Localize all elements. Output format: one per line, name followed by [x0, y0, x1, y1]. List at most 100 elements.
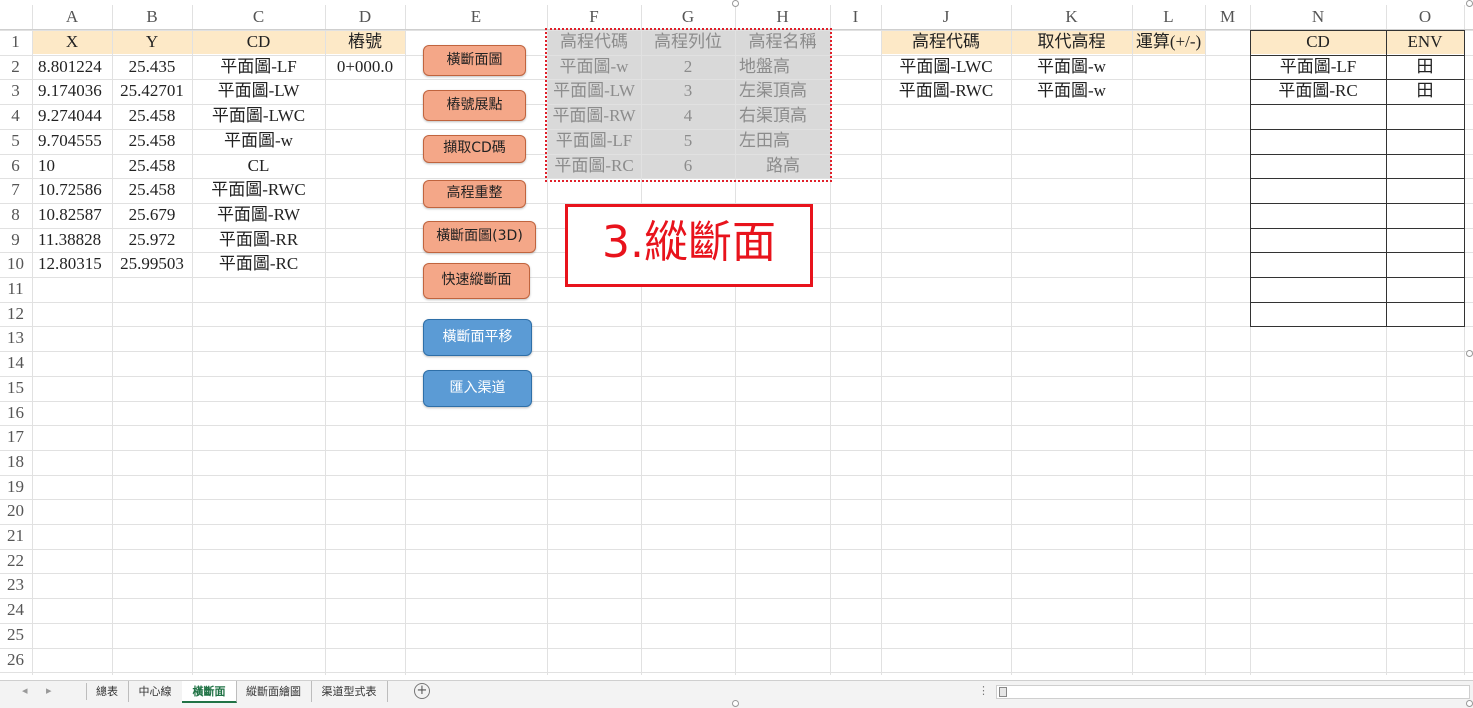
table-a-cell[interactable]: 25.458	[112, 178, 192, 202]
quick-longitudinal-button[interactable]: 快速縱斷面	[423, 263, 530, 299]
column-header[interactable]: G	[641, 5, 735, 29]
column-header[interactable]: C	[192, 5, 325, 29]
table-a-cell[interactable]: 25.42701	[112, 79, 192, 103]
sheet-tab[interactable]: 縱斷面繪圖	[236, 681, 312, 702]
scroll-splitter-icon[interactable]: ⋮	[978, 684, 989, 697]
table-a-cell[interactable]: 平面圖-w	[192, 129, 325, 153]
row-header[interactable]: 23	[0, 573, 31, 597]
row-header[interactable]: 8	[0, 203, 31, 227]
resize-handle-bottom-right[interactable]	[1466, 700, 1473, 707]
column-header[interactable]: B	[112, 5, 192, 29]
column-header[interactable]: F	[547, 5, 641, 29]
row-header[interactable]: 21	[0, 524, 31, 548]
sheet-tab[interactable]: 中心線	[128, 681, 183, 702]
table-a-cell[interactable]: 25.458	[112, 129, 192, 153]
row-header[interactable]: 4	[0, 104, 31, 128]
resize-handle-bottom-mid[interactable]	[732, 700, 739, 707]
sheet-tab[interactable]: 橫斷面	[182, 681, 237, 703]
table-j-cell[interactable]: 平面圖-LWC	[881, 55, 1011, 79]
column-header[interactable]: L	[1132, 5, 1205, 29]
column-header[interactable]: O	[1386, 5, 1464, 29]
table-a-header[interactable]: Y	[112, 30, 192, 54]
column-header[interactable]: E	[405, 5, 547, 29]
column-header[interactable]: N	[1250, 5, 1386, 29]
column-header[interactable]: M	[1205, 5, 1250, 29]
row-header[interactable]: 22	[0, 549, 31, 573]
cross-section-shift-button[interactable]: 橫斷面平移	[423, 319, 532, 356]
cross-section-3d-button[interactable]: 橫斷面圖(3D)	[423, 221, 536, 253]
table-j-cell[interactable]: 平面圖-w	[1011, 79, 1132, 103]
prev-sheet-icon[interactable]: ◂	[22, 684, 28, 697]
scrollbar-thumb[interactable]	[999, 687, 1007, 697]
row-header[interactable]: 15	[0, 376, 31, 400]
table-a-cell[interactable]: 平面圖-RR	[192, 228, 325, 252]
table-a-cell[interactable]: 25.458	[112, 104, 192, 128]
row-header[interactable]: 14	[0, 351, 31, 375]
row-header[interactable]: 19	[0, 475, 31, 499]
resize-handle-top-mid[interactable]	[732, 0, 739, 7]
row-header[interactable]: 10	[0, 252, 31, 276]
table-a-cell[interactable]: 0+000.0	[325, 55, 405, 79]
table-a-cell[interactable]: 平面圖-RW	[192, 203, 325, 227]
column-header[interactable]: I	[830, 5, 881, 29]
column-header[interactable]: J	[881, 5, 1011, 29]
row-header[interactable]: 11	[0, 277, 31, 301]
column-header[interactable]: H	[735, 5, 830, 29]
row-header[interactable]: 5	[0, 129, 31, 153]
table-j-header[interactable]: 高程代碼	[881, 30, 1011, 54]
station-plot-button[interactable]: 樁號展點	[423, 90, 526, 121]
table-a-cell[interactable]: 平面圖-LF	[192, 55, 325, 79]
table-a-cell[interactable]: 10	[38, 154, 118, 178]
row-header[interactable]: 9	[0, 228, 31, 252]
table-a-cell[interactable]: 25.99503	[112, 252, 192, 276]
row-header[interactable]: 6	[0, 154, 31, 178]
horizontal-scrollbar[interactable]	[996, 685, 1470, 699]
table-a-header[interactable]: 樁號	[325, 30, 405, 54]
table-j-header[interactable]: 取代高程	[1011, 30, 1132, 54]
column-header[interactable]: A	[32, 5, 112, 29]
table-a-cell[interactable]: 10.82587	[38, 203, 118, 227]
row-header[interactable]: 18	[0, 450, 31, 474]
table-a-cell[interactable]: 11.38828	[38, 228, 118, 252]
next-sheet-icon[interactable]: ▸	[46, 684, 52, 697]
table-a-cell[interactable]: 25.972	[112, 228, 192, 252]
row-header[interactable]: 1	[0, 30, 31, 54]
table-a-cell[interactable]: 8.801224	[38, 55, 118, 79]
add-sheet-icon[interactable]: +	[414, 683, 430, 699]
table-a-cell[interactable]: 9.174036	[38, 79, 118, 103]
row-header[interactable]: 24	[0, 598, 31, 622]
table-a-cell[interactable]: 12.80315	[38, 252, 118, 276]
import-channel-button[interactable]: 匯入渠道	[423, 370, 532, 407]
row-header[interactable]: 7	[0, 178, 31, 202]
spreadsheet-grid[interactable]: A B C D E F G H I J K L M N O 1 2 3 4 5 6 7 8 9 10 11 12 13 14 15 16 17…	[0, 0, 1473, 680]
row-header[interactable]: 13	[0, 326, 31, 350]
row-header[interactable]: 20	[0, 499, 31, 523]
row-header[interactable]: 16	[0, 401, 31, 425]
row-header[interactable]: 3	[0, 79, 31, 103]
table-a-cell[interactable]: 平面圖-RC	[192, 252, 325, 276]
table-a-cell[interactable]: 25.458	[112, 154, 192, 178]
sheet-tab[interactable]: 渠道型式表	[311, 681, 388, 702]
row-header[interactable]: 26	[0, 648, 31, 672]
table-a-cell[interactable]: 9.274044	[38, 104, 118, 128]
row-header[interactable]: 2	[0, 55, 31, 79]
table-a-cell[interactable]: 平面圖-RWC	[192, 178, 325, 202]
table-a-cell[interactable]: CL	[192, 154, 325, 178]
row-header[interactable]: 17	[0, 425, 31, 449]
table-a-cell[interactable]: 10.72586	[38, 178, 118, 202]
sheet-tab[interactable]: 總表	[86, 681, 129, 702]
table-j-cell[interactable]: 平面圖-w	[1011, 55, 1132, 79]
resize-handle-top-right[interactable]	[1466, 0, 1473, 7]
table-j-cell[interactable]: 平面圖-RWC	[881, 79, 1011, 103]
column-header[interactable]: K	[1011, 5, 1132, 29]
row-header[interactable]: 12	[0, 302, 31, 326]
table-a-cell[interactable]: 平面圖-LW	[192, 79, 325, 103]
row-header[interactable]: 25	[0, 623, 31, 647]
table-a-header[interactable]: X	[32, 30, 112, 54]
table-a-cell[interactable]: 25.679	[112, 203, 192, 227]
cross-section-button[interactable]: 橫斷面圖	[423, 45, 526, 76]
table-a-cell[interactable]: 9.704555	[38, 129, 118, 153]
extract-cd-button[interactable]: 擷取CD碼	[423, 135, 526, 163]
table-j-header[interactable]: 運算(+/-)	[1132, 30, 1205, 54]
elevation-reorg-button[interactable]: 高程重整	[423, 180, 526, 208]
